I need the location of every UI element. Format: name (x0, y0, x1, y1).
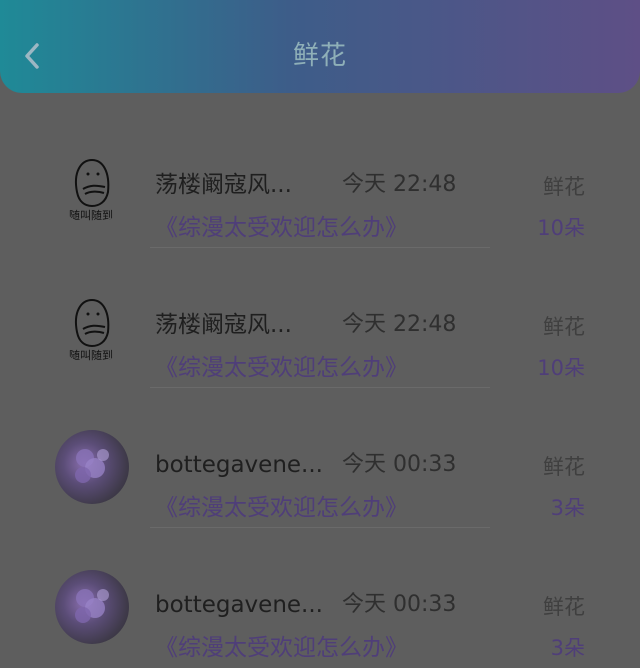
avatar[interactable]: 随叫随到 (55, 290, 129, 364)
list-item[interactable]: 随叫随到 荡楼阚寇风... 今天 22:48 鲜花 《综漫太受欢迎怎么办》 10… (0, 108, 640, 248)
list-item[interactable]: bottegavene... 今天 00:33 鲜花 《综漫太受欢迎怎么办》 3… (0, 388, 640, 528)
book-title-link[interactable]: 《综漫太受欢迎怎么办》 (155, 353, 408, 383)
gift-count: 3朵 (550, 496, 585, 520)
list-item[interactable]: bottegavene... 今天 00:33 鲜花 《综漫太受欢迎怎么办》 3… (0, 528, 640, 668)
avatar[interactable]: 随叫随到 (55, 150, 129, 224)
timestamp: 今天 22:48 (342, 172, 457, 197)
avatar[interactable] (55, 570, 129, 644)
avatar[interactable] (55, 430, 129, 504)
user-name[interactable]: 荡楼阚寇风... (155, 170, 292, 200)
avatar-caption: 随叫随到 (69, 208, 113, 222)
list-item[interactable]: 随叫随到 荡楼阚寇风... 今天 22:48 鲜花 《综漫太受欢迎怎么办》 10… (0, 248, 640, 388)
user-name[interactable]: bottegavene... (155, 450, 323, 480)
sketch-avatar-icon: 随叫随到 (69, 158, 113, 222)
user-name[interactable]: bottegavene... (155, 590, 323, 620)
gift-count: 10朵 (537, 356, 585, 380)
gift-count: 3朵 (550, 636, 585, 660)
flower-photo-icon (75, 589, 109, 623)
timestamp: 今天 22:48 (342, 312, 457, 337)
timestamp: 今天 00:33 (342, 592, 457, 617)
app-header: 鲜花 (0, 0, 640, 93)
book-title-link[interactable]: 《综漫太受欢迎怎么办》 (155, 493, 408, 523)
book-title-link[interactable]: 《综漫太受欢迎怎么办》 (155, 633, 408, 663)
page-title: 鲜花 (292, 41, 347, 71)
gift-type: 鲜花 (543, 455, 585, 479)
flower-photo-icon (75, 449, 109, 483)
sketch-avatar-icon: 随叫随到 (69, 298, 113, 362)
gift-type: 鲜花 (543, 175, 585, 199)
avatar-caption: 随叫随到 (69, 348, 113, 362)
gift-type: 鲜花 (543, 595, 585, 619)
gift-type: 鲜花 (543, 315, 585, 339)
book-title-link[interactable]: 《综漫太受欢迎怎么办》 (155, 213, 408, 243)
gift-count: 10朵 (537, 216, 585, 240)
user-name[interactable]: 荡楼阚寇风... (155, 310, 292, 340)
timestamp: 今天 00:33 (342, 452, 457, 477)
